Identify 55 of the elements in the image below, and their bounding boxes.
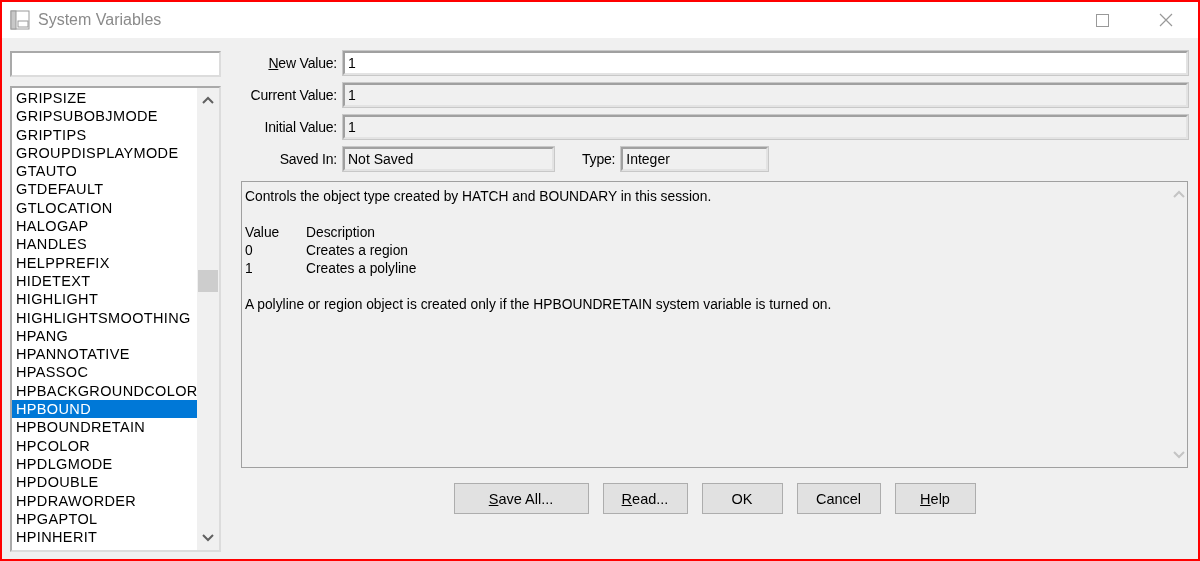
list-item[interactable]: HPASSOC [12, 363, 197, 382]
list-item[interactable]: HPDRAWORDER [12, 491, 197, 510]
list-item[interactable]: GTDEFAULT [12, 180, 197, 199]
list-item[interactable]: GTLOCATION [12, 198, 197, 218]
list-item[interactable]: GRIPSUBOBJMODE [12, 107, 197, 126]
list-item[interactable]: HPANG [12, 326, 197, 346]
value-field: 1 [343, 83, 1188, 107]
column-header: Description [306, 224, 376, 242]
field-label: Saved In: [278, 151, 337, 167]
maximize-icon[interactable] [1095, 13, 1109, 27]
list-item[interactable]: GRIPTIPS [12, 125, 197, 144]
table-cell-text: Creates a region [306, 242, 409, 260]
list-item[interactable]: HPBACKGROUNDCOLOR [12, 381, 197, 401]
dialog-button[interactable]: Cancel [796, 483, 881, 514]
list-item[interactable]: HIGHLIGHT [12, 290, 197, 309]
dialog-button[interactable]: Read... [602, 483, 688, 514]
scroll-thumb[interactable] [198, 270, 218, 292]
table-cell: Creates a polyline [306, 260, 417, 278]
scrollbar[interactable] [197, 88, 219, 550]
list-item[interactable]: HPGAPTOL [12, 509, 197, 529]
dialog-button[interactable]: OK [701, 483, 783, 514]
list-item[interactable]: HELPPREFIX [12, 253, 197, 272]
window-icon [10, 10, 30, 30]
list-item[interactable]: HPBOUND [12, 400, 197, 419]
value-field: Not Saved [343, 147, 554, 171]
list-item[interactable]: GTAUTO [12, 162, 197, 181]
table-cell-text: 0 [245, 242, 254, 260]
list-item[interactable]: HPDOUBLE [12, 473, 197, 492]
list-item[interactable]: GRIPSIZE [12, 89, 197, 108]
list-item[interactable]: HPDLGMODE [12, 454, 197, 474]
close-icon[interactable] [1159, 13, 1173, 27]
description-text: Controls the object type created by HATCH and BOUNDARY in this session. [245, 188, 713, 206]
dialog-button[interactable]: Save All... [453, 483, 589, 514]
list-item[interactable]: HPINHERIT [12, 528, 197, 547]
field-label: Current Value: [249, 87, 337, 103]
list-item[interactable]: HIGHLIGHTSMOOTHING [12, 308, 197, 327]
field-label: Type: [582, 151, 616, 167]
value-field: Integer [621, 147, 769, 171]
search-field[interactable] [10, 51, 221, 77]
column-header: Value [245, 224, 281, 242]
list-item[interactable]: HALOGAP [12, 217, 197, 236]
list-item[interactable]: HPANNOTATIVE [12, 345, 197, 364]
field-label: New Value: [267, 55, 337, 71]
list-item[interactable]: HPCOLOR [12, 436, 197, 455]
list-item[interactable]: HPBOUNDRETAIN [12, 418, 197, 437]
list-item[interactable]: HIDETEXT [12, 271, 197, 291]
input-field[interactable]: 1 [343, 51, 1188, 75]
value-field: 1 [343, 115, 1188, 139]
list-item[interactable]: HANDLES [12, 235, 197, 254]
description-text: A polyline or region object is created only if the HPBOUNDRETAIN system variable is turned on. [245, 296, 833, 314]
list-item[interactable]: GROUPDISPLAYMODE [12, 143, 197, 163]
field-label: Initial Value: [263, 119, 337, 135]
dialog-button[interactable]: Help [894, 483, 976, 514]
table-cell-text: 1 [245, 260, 254, 278]
window-title: System Variables [38, 11, 163, 29]
